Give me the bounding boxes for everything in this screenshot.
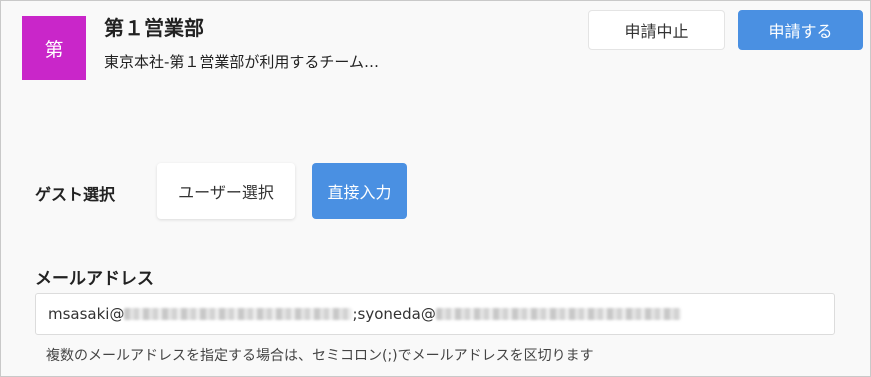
team-avatar-char: 第 xyxy=(44,38,64,61)
team-avatar: 第 xyxy=(22,16,86,80)
direct-input-tab[interactable]: 直接入力 xyxy=(312,163,407,219)
guest-select-label: ゲスト選択 xyxy=(35,185,116,204)
apply-button[interactable]: 申請する xyxy=(738,10,863,50)
email-value-part2: ;syoneda@ xyxy=(352,305,436,323)
redacted-domain-1 xyxy=(124,308,353,320)
team-name: 第１営業部 xyxy=(104,16,204,40)
email-value-part1: msasaki@ xyxy=(48,305,125,323)
email-address-input[interactable]: msasaki@ ;syoneda@ xyxy=(35,293,835,335)
user-select-tab[interactable]: ユーザー選択 xyxy=(157,163,295,219)
apply-label: 申請する xyxy=(768,22,833,41)
team-description: 東京本社-第１営業部が利用するチーム… xyxy=(104,53,379,71)
user-select-label: ユーザー選択 xyxy=(178,183,274,202)
email-help-text: 複数のメールアドレスを指定する場合は、セミコロン(;)でメールアドレスを区切りま… xyxy=(46,348,594,364)
cancel-application-label: 申請中止 xyxy=(624,22,689,41)
email-address-label: メールアドレス xyxy=(35,269,154,289)
redacted-domain-2 xyxy=(435,308,681,320)
cancel-application-button[interactable]: 申請中止 xyxy=(588,10,725,50)
direct-input-label: 直接入力 xyxy=(327,183,392,202)
